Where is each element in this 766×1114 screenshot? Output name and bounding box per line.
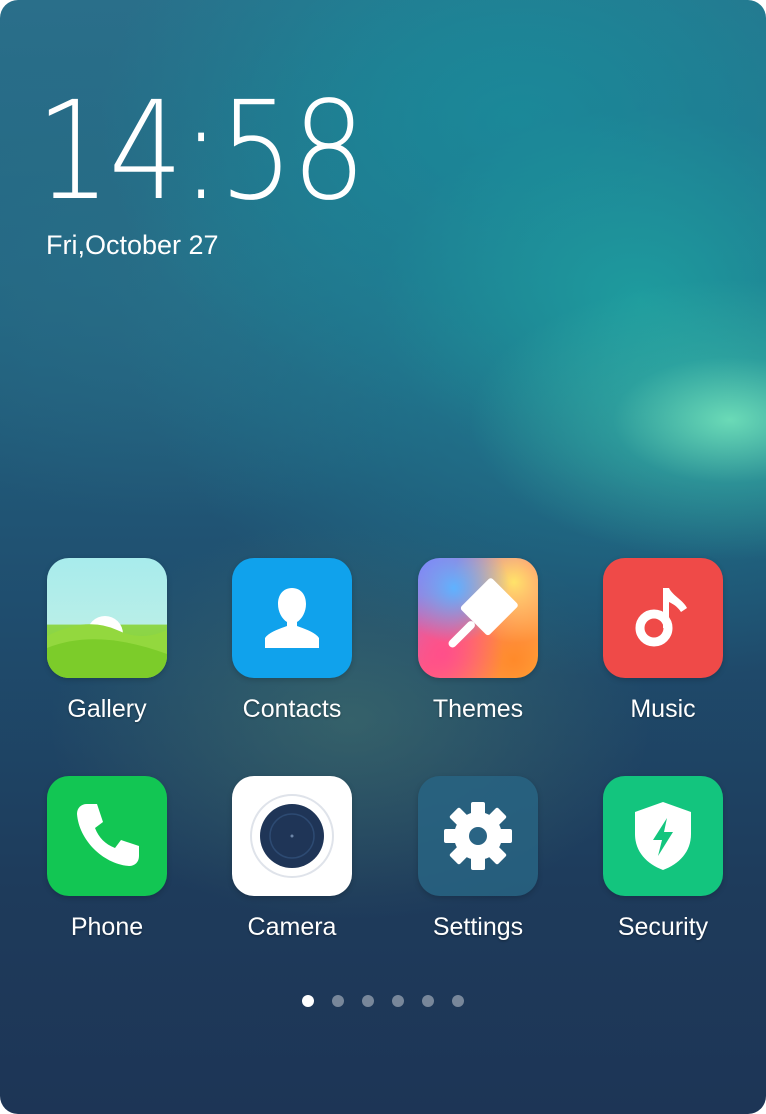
settings-icon <box>418 776 538 896</box>
app-label-music: Music <box>630 695 696 723</box>
app-security[interactable]: Security <box>570 776 756 942</box>
app-label-contacts: Contacts <box>242 695 342 723</box>
page-dot[interactable] <box>452 995 464 1007</box>
page-indicator[interactable] <box>0 995 766 1009</box>
page-dot[interactable] <box>362 995 374 1007</box>
music-icon <box>603 558 723 678</box>
clock-date: Fri,October 27 <box>46 230 219 260</box>
app-label-settings: Settings <box>432 913 524 941</box>
page-dot[interactable] <box>422 995 434 1007</box>
phone-icon <box>47 776 167 896</box>
gallery-icon <box>47 558 167 678</box>
app-label-gallery: Gallery <box>67 695 147 723</box>
app-label-camera: Camera <box>247 913 337 941</box>
app-themes[interactable]: Themes <box>385 558 571 724</box>
app-label-themes: Themes <box>432 695 524 723</box>
security-icon <box>603 776 723 896</box>
app-camera[interactable]: Camera <box>199 776 385 942</box>
page-dot[interactable] <box>392 995 404 1007</box>
app-label-security: Security <box>617 913 709 941</box>
clock-time: 14:58 <box>36 73 366 231</box>
app-label-phone: Phone <box>70 913 144 941</box>
app-contacts[interactable]: Contacts <box>199 558 385 724</box>
page-dot[interactable] <box>302 995 314 1007</box>
themes-icon <box>418 558 538 678</box>
home-screen: 14:58 Fri,October 27 Gallery Contacts Th… <box>0 0 766 1114</box>
page-dot[interactable] <box>332 995 344 1007</box>
app-gallery[interactable]: Gallery <box>14 558 200 724</box>
app-music[interactable]: Music <box>570 558 756 724</box>
app-settings[interactable]: Settings <box>385 776 571 942</box>
contacts-icon <box>232 558 352 678</box>
camera-icon <box>232 776 352 896</box>
app-phone[interactable]: Phone <box>14 776 200 942</box>
